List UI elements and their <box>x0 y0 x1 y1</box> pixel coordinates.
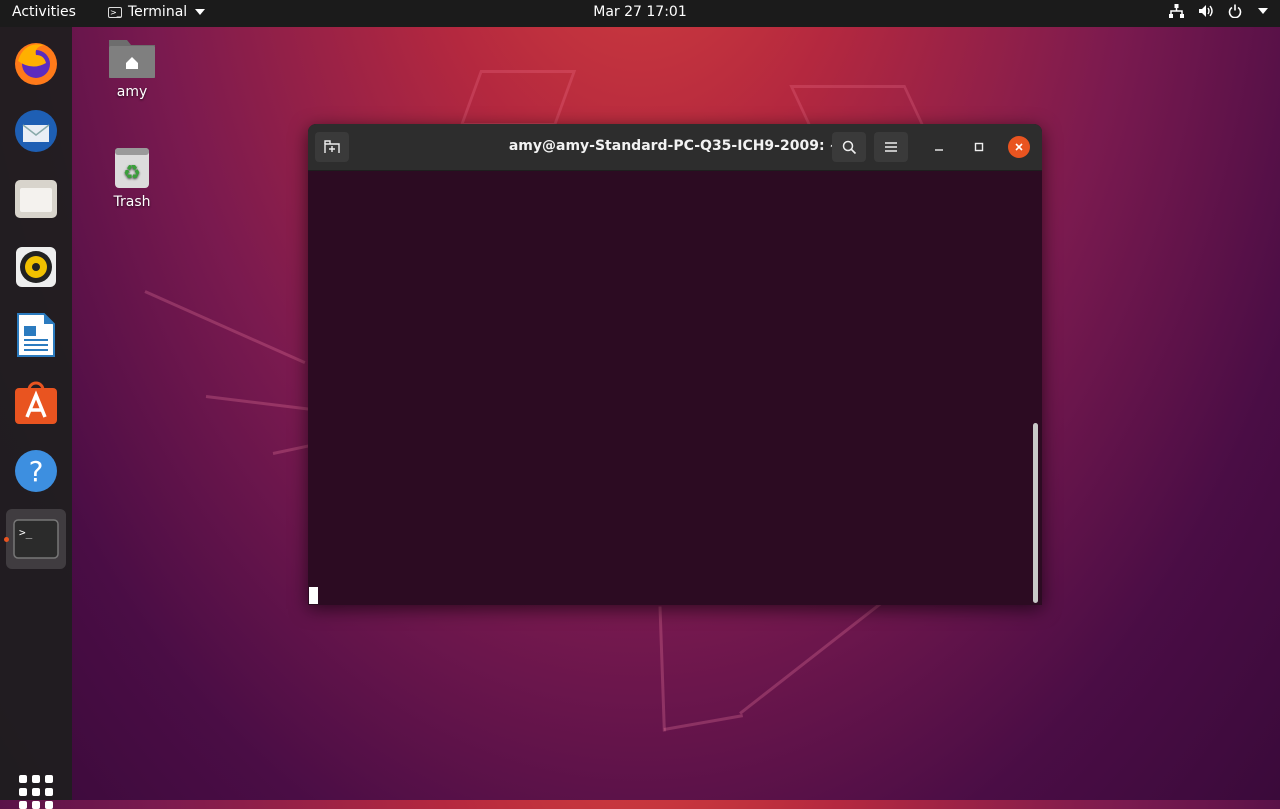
terminal-window[interactable]: amy@amy-Standard-PC-Q35-ICH9-2009: ~ <box>308 124 1042 605</box>
text-cursor <box>309 587 318 604</box>
maximize-button[interactable] <box>968 136 990 158</box>
dock-rhythmbox[interactable] <box>6 237 66 297</box>
dock-files[interactable] <box>6 169 66 229</box>
app-menu-label: Terminal <box>128 4 188 20</box>
show-applications-button[interactable] <box>19 775 53 809</box>
hamburger-menu-icon <box>885 142 897 152</box>
chevron-down-icon <box>195 9 206 15</box>
dock-help[interactable]: ? <box>6 441 66 501</box>
menu-button[interactable] <box>874 132 908 162</box>
dock-libreoffice-writer[interactable] <box>6 305 66 365</box>
folder-icon <box>15 180 57 218</box>
running-indicator <box>4 537 9 542</box>
scrollbar[interactable] <box>1033 423 1038 603</box>
trash-icon: ♻ <box>115 148 149 188</box>
document-icon <box>17 313 55 357</box>
dock-firefox[interactable] <box>6 33 66 93</box>
svg-text:♻: ♻ <box>123 160 141 184</box>
speaker-icon <box>16 247 56 287</box>
thunderbird-icon <box>15 110 57 152</box>
terminal-content[interactable] <box>308 171 1042 605</box>
maximize-icon <box>974 142 984 152</box>
search-button[interactable] <box>832 132 866 162</box>
network-icon <box>1169 4 1184 18</box>
svg-text:?: ? <box>29 455 44 488</box>
firefox-icon <box>15 43 57 85</box>
close-icon <box>1015 143 1023 151</box>
wallpaper-stroke <box>663 714 744 731</box>
wallpaper-stroke <box>144 290 306 365</box>
dock-ubuntu-software[interactable] <box>6 373 66 433</box>
minimize-icon <box>935 149 943 151</box>
dock-terminal[interactable]: >_ <box>6 509 66 569</box>
wallpaper-stroke <box>272 443 313 455</box>
help-icon: ? <box>15 450 57 492</box>
volume-icon <box>1199 5 1213 17</box>
top-bar: Activities >_ Terminal Mar 27 17:01 <box>0 0 1280 27</box>
desktop-trash-label: Trash <box>113 194 151 210</box>
wallpaper-shape <box>459 70 577 126</box>
dock-thunderbird[interactable] <box>6 101 66 161</box>
terminal-headerbar[interactable]: amy@amy-Standard-PC-Q35-ICH9-2009: ~ <box>308 124 1042 171</box>
system-tray[interactable] <box>1169 4 1268 18</box>
power-icon <box>1228 4 1242 18</box>
desktop-trash[interactable]: ♻ Trash <box>92 146 172 210</box>
terminal-icon: >_ <box>108 6 122 18</box>
chevron-down-icon <box>1258 8 1268 14</box>
svg-text:>_: >_ <box>19 526 33 539</box>
software-store-icon <box>15 381 57 424</box>
minimize-button[interactable] <box>928 136 950 158</box>
dock: ? >_ <box>0 27 72 809</box>
clock[interactable]: Mar 27 17:01 <box>593 4 686 20</box>
close-button[interactable] <box>1008 136 1030 158</box>
wallpaper-stroke <box>739 601 883 715</box>
activities-button[interactable]: Activities <box>12 4 76 20</box>
desktop-home-label: amy <box>116 84 148 100</box>
app-menu[interactable]: >_ Terminal <box>108 4 206 20</box>
desktop-home-folder[interactable]: amy <box>92 36 172 100</box>
terminal-icon: >_ <box>13 519 59 559</box>
wallpaper-stroke <box>658 606 666 732</box>
search-icon <box>842 140 856 154</box>
home-folder-icon <box>109 40 155 78</box>
wallpaper-stroke <box>205 395 311 411</box>
